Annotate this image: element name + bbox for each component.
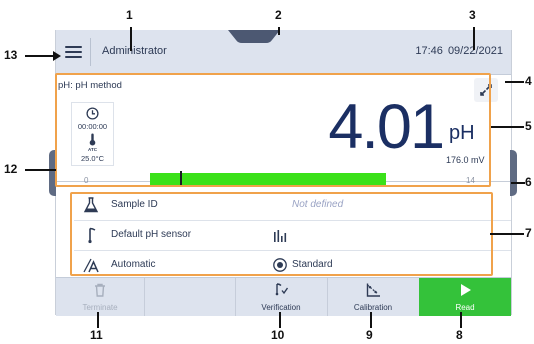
callout-12-line xyxy=(25,169,56,171)
user-name[interactable]: Administrator xyxy=(102,45,167,57)
callout-2-line xyxy=(278,27,280,35)
terminate-label: Terminate xyxy=(82,303,118,312)
calibration-label: Calibration xyxy=(353,303,393,312)
read-label: Read xyxy=(455,303,475,312)
callout-8: 8 xyxy=(456,328,463,342)
trash-icon xyxy=(95,283,105,297)
time-text: 17:46 xyxy=(415,45,443,57)
verification-label: Verification xyxy=(261,303,301,312)
callout-3: 3 xyxy=(469,8,476,22)
calibration-icon xyxy=(366,283,380,297)
play-icon xyxy=(461,284,471,296)
callout-5-line xyxy=(491,126,524,128)
settings-frame xyxy=(70,192,493,276)
hamburger-icon xyxy=(64,45,82,59)
header-bar: Administrator 17:46 09/22/2021 xyxy=(56,30,511,75)
callout-12: 12 xyxy=(4,162,18,176)
callout-5: 5 xyxy=(525,119,532,133)
measurement-frame xyxy=(55,73,491,187)
callout-13-line xyxy=(25,55,55,57)
pull-down-tab[interactable] xyxy=(228,30,280,44)
callout-1-line xyxy=(130,27,132,51)
callout-7: 7 xyxy=(525,226,532,240)
callout-7-line xyxy=(490,233,524,235)
verification-icon xyxy=(275,283,289,296)
callout-11: 11 xyxy=(90,328,103,342)
callout-6: 6 xyxy=(525,175,532,189)
menu-button[interactable] xyxy=(56,30,90,74)
callout-11-line xyxy=(97,312,99,328)
callout-2: 2 xyxy=(275,8,282,22)
date-text: 09/22/2021 xyxy=(447,45,503,57)
callout-13-arrowhead xyxy=(53,51,61,61)
callout-9-line xyxy=(370,312,372,328)
action-bar: Terminate Verification Calibration Read xyxy=(56,277,511,316)
callout-1: 1 xyxy=(126,8,133,22)
callout-10: 10 xyxy=(271,328,285,342)
callout-4-line xyxy=(505,81,524,83)
verification-button[interactable]: Verification xyxy=(235,278,328,316)
callout-4: 4 xyxy=(525,74,532,88)
callout-6-line xyxy=(511,182,525,184)
callout-3-line xyxy=(473,27,475,50)
date-time: 17:46 09/22/2021 xyxy=(415,45,503,57)
terminate-button[interactable]: Terminate xyxy=(56,278,145,316)
callout-13: 13 xyxy=(4,48,18,62)
read-button[interactable]: Read xyxy=(419,278,511,316)
callout-10-line xyxy=(279,312,281,328)
callout-8-line xyxy=(460,312,462,328)
calibration-button[interactable]: Calibration xyxy=(327,278,420,316)
header-divider xyxy=(90,38,91,66)
callout-9: 9 xyxy=(366,328,373,342)
right-drawer-handle[interactable] xyxy=(510,150,517,196)
empty-action-slot xyxy=(144,278,236,316)
